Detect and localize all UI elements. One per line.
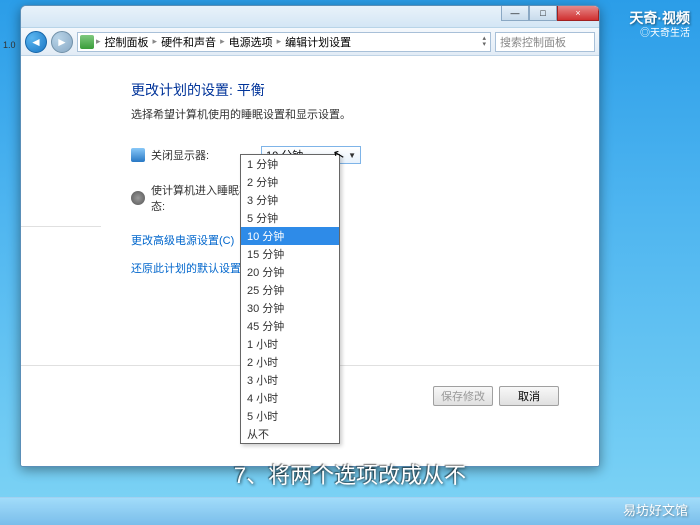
button-row: 保存修改 取消 — [433, 386, 559, 406]
control-panel-icon — [80, 35, 94, 49]
breadcrumb-dropdown[interactable]: ▴▾ — [482, 36, 486, 48]
minimize-button[interactable]: — — [501, 5, 529, 21]
cancel-button[interactable]: 取消 — [499, 386, 559, 406]
divider — [21, 226, 101, 227]
chevron-down-icon: ▼ — [348, 151, 356, 160]
side-version: 1.0 — [3, 40, 16, 50]
dropdown-option[interactable]: 1 小时 — [241, 335, 339, 353]
dropdown-option[interactable]: 2 小时 — [241, 353, 339, 371]
restore-defaults-link[interactable]: 还原此计划的默认设置(R) — [131, 260, 569, 276]
toolbar: ◄ ► ▸ 控制面板 ▸ 硬件和声音 ▸ 电源选项 ▸ 编辑计划设置 ▴▾ 搜索… — [21, 28, 599, 56]
dropdown-option[interactable]: 10 分钟 — [241, 227, 339, 245]
crumb-hardware[interactable]: 硬件和声音 — [157, 34, 220, 50]
page-subtitle: 选择希望计算机使用的睡眠设置和显示设置。 — [131, 106, 569, 122]
dropdown-option[interactable]: 25 分钟 — [241, 281, 339, 299]
search-input[interactable]: 搜索控制面板 — [495, 32, 595, 52]
crumb-edit-plan[interactable]: 编辑计划设置 — [281, 34, 355, 50]
display-off-row: 关闭显示器: 10 分钟 ▼ — [131, 146, 569, 164]
control-panel-window: — □ × ◄ ► ▸ 控制面板 ▸ 硬件和声音 ▸ 电源选项 ▸ 编辑计划设置… — [20, 5, 600, 467]
save-button[interactable]: 保存修改 — [433, 386, 493, 406]
dropdown-option[interactable]: 4 小时 — [241, 389, 339, 407]
dropdown-option[interactable]: 3 小时 — [241, 371, 339, 389]
close-button[interactable]: × — [557, 5, 599, 21]
dropdown-option[interactable]: 3 分钟 — [241, 191, 339, 209]
dropdown-option[interactable]: 从不 — [241, 425, 339, 443]
display-off-dropdown-list[interactable]: 1 分钟2 分钟3 分钟5 分钟10 分钟15 分钟20 分钟25 分钟30 分… — [240, 154, 340, 444]
dropdown-option[interactable]: 20 分钟 — [241, 263, 339, 281]
taskbar[interactable] — [0, 497, 700, 525]
advanced-settings-link[interactable]: 更改高级电源设置(C) — [131, 232, 569, 248]
dropdown-option[interactable]: 15 分钟 — [241, 245, 339, 263]
watermark-top2: ◎天奇生活 — [640, 24, 690, 39]
crumb-power[interactable]: 电源选项 — [225, 34, 277, 50]
tutorial-caption: 7、将两个选项改成从不 — [0, 458, 700, 490]
forward-button[interactable]: ► — [51, 31, 73, 53]
dropdown-option[interactable]: 45 分钟 — [241, 317, 339, 335]
sleep-row: 使计算机进入睡眠状态: — [131, 182, 569, 214]
display-icon — [131, 148, 145, 162]
back-arrow-icon: ◄ — [30, 35, 42, 49]
maximize-button[interactable]: □ — [529, 5, 557, 21]
dropdown-option[interactable]: 2 分钟 — [241, 173, 339, 191]
content-area: 更改计划的设置: 平衡 选择希望计算机使用的睡眠设置和显示设置。 关闭显示器: … — [21, 56, 599, 466]
dropdown-option[interactable]: 5 小时 — [241, 407, 339, 425]
sleep-icon — [131, 191, 145, 205]
window-controls: — □ × — [501, 5, 599, 21]
crumb-control-panel[interactable]: 控制面板 — [101, 34, 153, 50]
forward-arrow-icon: ► — [56, 35, 68, 49]
dropdown-option[interactable]: 5 分钟 — [241, 209, 339, 227]
dropdown-option[interactable]: 30 分钟 — [241, 299, 339, 317]
titlebar: — □ × — [21, 6, 599, 28]
dropdown-option[interactable]: 1 分钟 — [241, 155, 339, 173]
watermark-bottom: 易坊好文馆 — [623, 500, 688, 519]
back-button[interactable]: ◄ — [25, 31, 47, 53]
page-title: 更改计划的设置: 平衡 — [131, 80, 569, 100]
breadcrumb[interactable]: ▸ 控制面板 ▸ 硬件和声音 ▸ 电源选项 ▸ 编辑计划设置 ▴▾ — [77, 32, 491, 52]
